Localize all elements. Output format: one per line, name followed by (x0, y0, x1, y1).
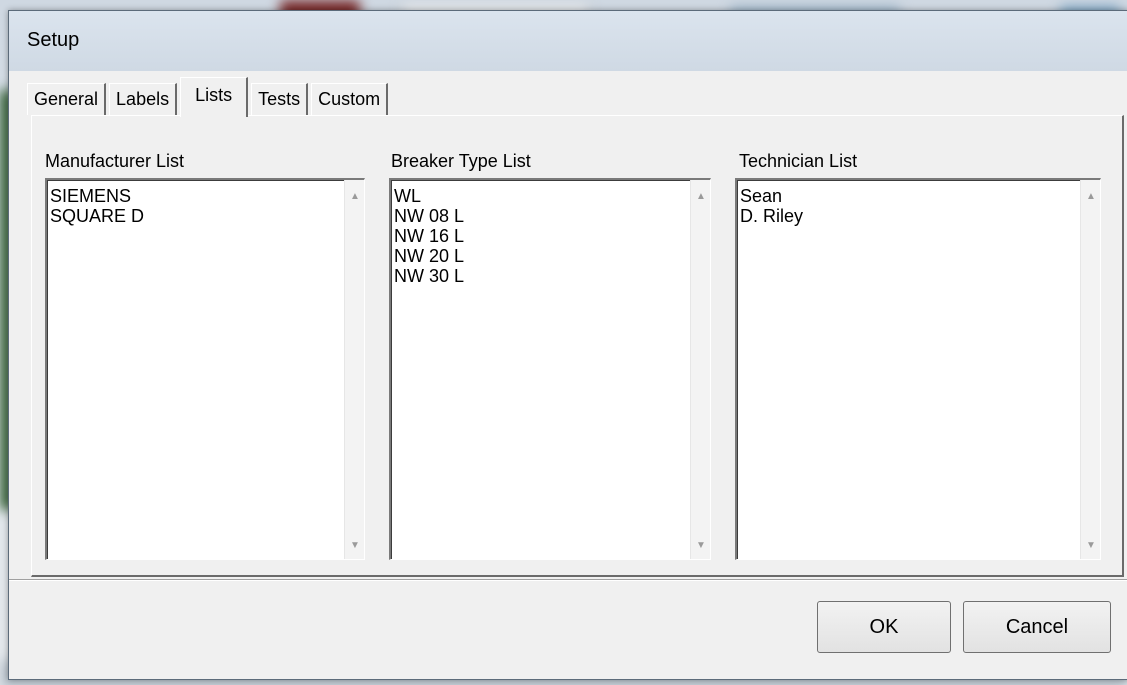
scroll-down-arrow-icon[interactable]: ▼ (345, 535, 365, 557)
technician-scrollbar[interactable]: ▲ ▼ (1080, 180, 1100, 559)
dialog-title: Setup (27, 29, 80, 51)
list-item[interactable]: NW 20 L (394, 246, 464, 266)
tab-custom[interactable]: Custom (311, 83, 389, 115)
scroll-down-arrow-icon[interactable]: ▼ (691, 535, 711, 557)
ok-button[interactable]: OK (817, 601, 951, 653)
scroll-down-arrow-icon[interactable]: ▼ (1081, 535, 1101, 557)
tab-labels[interactable]: Labels (109, 83, 178, 115)
title-bar[interactable]: Setup (9, 11, 1127, 71)
scroll-up-arrow-icon[interactable]: ▲ (1081, 186, 1101, 208)
breaker-type-list-label: Breaker Type List (391, 151, 531, 171)
scroll-up-arrow-icon[interactable]: ▲ (345, 186, 365, 208)
manufacturer-list-label: Manufacturer List (45, 151, 185, 171)
breaker-type-scrollbar[interactable]: ▲ ▼ (690, 180, 710, 559)
scroll-up-arrow-icon[interactable]: ▲ (691, 186, 711, 208)
list-item[interactable]: WL (394, 186, 464, 206)
manufacturer-scrollbar[interactable]: ▲ ▼ (344, 180, 364, 559)
setup-dialog: Setup General Labels Lists Tests Custom … (8, 10, 1127, 680)
list-item[interactable]: SQUARE D (50, 206, 144, 226)
tab-lists[interactable]: Lists (180, 77, 249, 117)
divider (9, 579, 1127, 581)
tab-general[interactable]: General (27, 83, 107, 115)
manufacturer-listbox[interactable]: SIEMENS SQUARE D ▲ ▼ (45, 178, 365, 560)
list-item[interactable]: NW 30 L (394, 266, 464, 286)
list-item[interactable]: SIEMENS (50, 186, 144, 206)
tab-strip: General Labels Lists Tests Custom (27, 77, 391, 117)
list-item[interactable]: NW 08 L (394, 206, 464, 226)
breaker-type-listbox[interactable]: WL NW 08 L NW 16 L NW 20 L NW 30 L ▲ ▼ (389, 178, 711, 560)
tab-tests[interactable]: Tests (251, 83, 309, 115)
list-item[interactable]: D. Riley (740, 206, 803, 226)
technician-list-label: Technician List (739, 151, 858, 171)
technician-listbox[interactable]: Sean D. Riley ▲ ▼ (735, 178, 1101, 560)
cancel-button[interactable]: Cancel (963, 601, 1111, 653)
list-item[interactable]: Sean (740, 186, 803, 206)
list-item[interactable]: NW 16 L (394, 226, 464, 246)
